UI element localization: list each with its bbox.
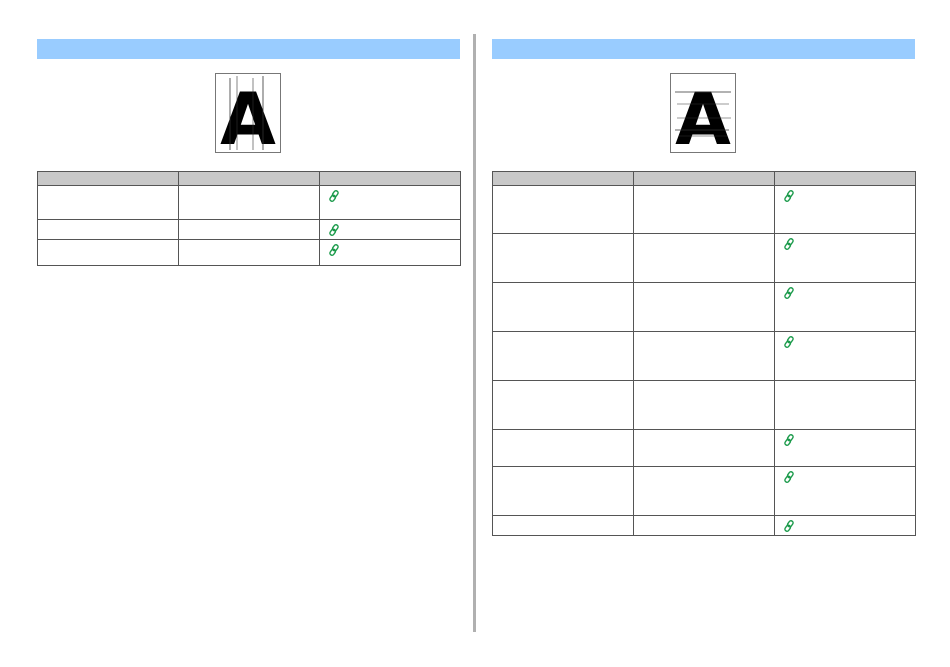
sample-letter: A bbox=[220, 77, 276, 152]
column-divider bbox=[473, 34, 476, 632]
column-header-symptom bbox=[492, 171, 634, 186]
remedy-cell bbox=[774, 380, 916, 430]
table-row bbox=[492, 282, 916, 332]
cause-cell bbox=[633, 466, 775, 516]
symptom-cell bbox=[492, 466, 634, 516]
remedy-cell bbox=[774, 466, 916, 516]
symptom-cell bbox=[492, 429, 634, 467]
left-section: A bbox=[37, 39, 461, 266]
cause-cell bbox=[633, 429, 775, 467]
link-icon[interactable] bbox=[328, 244, 340, 256]
table-row bbox=[37, 219, 461, 240]
table-row bbox=[492, 429, 916, 467]
right-section-title-bar bbox=[492, 39, 915, 59]
remedy-cell bbox=[774, 282, 916, 332]
link-icon[interactable] bbox=[783, 238, 795, 250]
cause-cell bbox=[633, 282, 775, 332]
cause-cell bbox=[178, 185, 320, 220]
column-header-cause bbox=[178, 171, 320, 186]
table-header-row bbox=[492, 171, 916, 186]
table-row bbox=[492, 466, 916, 516]
link-icon[interactable] bbox=[783, 336, 795, 348]
table-row bbox=[37, 185, 461, 220]
remedy-cell bbox=[319, 185, 461, 220]
symptom-cell bbox=[492, 515, 634, 536]
symptom-cell bbox=[492, 185, 634, 234]
remedy-cell bbox=[774, 515, 916, 536]
remedy-cell bbox=[774, 429, 916, 467]
right-cause-table bbox=[492, 171, 916, 536]
remedy-cell bbox=[774, 185, 916, 234]
cause-cell bbox=[633, 185, 775, 234]
symptom-cell bbox=[492, 282, 634, 332]
link-icon[interactable] bbox=[783, 434, 795, 446]
horizontal-streaks-sample-image: A bbox=[670, 73, 736, 153]
vertical-streaks-sample-image: A bbox=[215, 73, 281, 153]
sample-letter: A bbox=[675, 77, 731, 152]
cause-cell bbox=[633, 233, 775, 283]
cause-cell bbox=[633, 331, 775, 381]
cause-cell bbox=[633, 515, 775, 536]
column-header-remedy bbox=[319, 171, 461, 186]
column-header-remedy bbox=[774, 171, 916, 186]
table-row bbox=[492, 185, 916, 234]
link-icon[interactable] bbox=[328, 224, 340, 236]
link-icon[interactable] bbox=[783, 287, 795, 299]
link-icon[interactable] bbox=[783, 190, 795, 202]
remedy-cell bbox=[319, 219, 461, 240]
remedy-cell bbox=[774, 331, 916, 381]
link-icon[interactable] bbox=[328, 190, 340, 202]
left-cause-table bbox=[37, 171, 461, 266]
symptom-cell bbox=[492, 233, 634, 283]
symptom-cell bbox=[492, 380, 634, 430]
link-icon[interactable] bbox=[783, 471, 795, 483]
column-header-cause bbox=[633, 171, 775, 186]
table-row bbox=[492, 380, 916, 430]
link-icon[interactable] bbox=[783, 520, 795, 532]
column-header-symptom bbox=[37, 171, 179, 186]
remedy-cell bbox=[319, 239, 461, 266]
cause-cell bbox=[633, 380, 775, 430]
table-row bbox=[492, 331, 916, 381]
table-row bbox=[37, 239, 461, 266]
left-section-title-bar bbox=[37, 39, 460, 59]
symptom-cell bbox=[492, 331, 634, 381]
right-section: A bbox=[492, 39, 916, 536]
symptom-cell bbox=[37, 219, 179, 240]
symptom-cell bbox=[37, 185, 179, 220]
table-header-row bbox=[37, 171, 461, 186]
cause-cell bbox=[178, 239, 320, 266]
table-row bbox=[492, 233, 916, 283]
remedy-cell bbox=[774, 233, 916, 283]
table-row bbox=[492, 515, 916, 536]
symptom-cell bbox=[37, 239, 179, 266]
cause-cell bbox=[178, 219, 320, 240]
